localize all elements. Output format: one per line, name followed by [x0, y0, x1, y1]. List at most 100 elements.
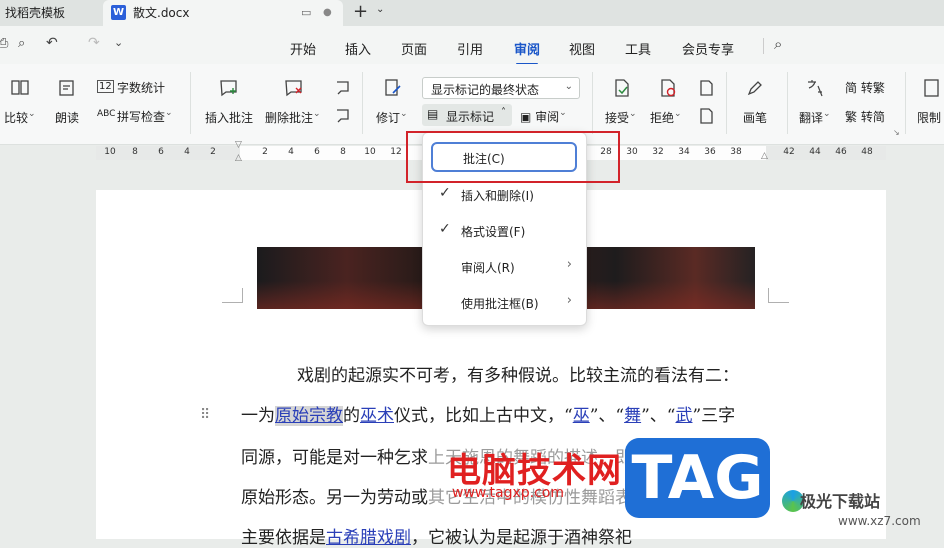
- dialog-launcher-icon[interactable]: ↘: [893, 128, 900, 137]
- ruler-tick: 2: [210, 147, 216, 157]
- track-changes-button[interactable]: 修订 ⌄: [376, 109, 408, 126]
- tab-bar: 找稻壳模板 W 散文.docx ▭ ● + ⌄: [0, 0, 944, 26]
- ruler-tick: 10: [364, 147, 376, 157]
- delete-comment-button[interactable]: 删除批注 ⌄: [265, 109, 321, 126]
- convert-to-traditional-button[interactable]: 简 转繁: [845, 79, 885, 96]
- menu-row: ⎙ ⌕ ↶ ↷ ⌄ 开始 插入 页面 引用 审阅 视图 工具 会员专享 ⌕: [0, 26, 944, 65]
- translate-button[interactable]: 翻译 ⌄: [799, 109, 831, 126]
- ribbon-separator: [905, 72, 906, 134]
- watermark-site-name: 极光下载站: [800, 492, 881, 511]
- tab-template[interactable]: 找稻壳模板: [0, 0, 105, 26]
- menu-item-label: 审阅人(R): [461, 261, 515, 275]
- text-link[interactable]: 巫术: [360, 406, 394, 426]
- translate-icon: [808, 80, 823, 97]
- menu-page[interactable]: 页面: [401, 39, 427, 58]
- spell-check-button[interactable]: 拼写检查 ⌄: [117, 108, 173, 125]
- menu-review[interactable]: 审阅: [514, 39, 540, 65]
- menu-membership[interactable]: 会员专享: [682, 39, 734, 58]
- ruler-tick: 30: [626, 147, 638, 157]
- text-link[interactable]: 古希腊戏剧: [326, 528, 411, 548]
- pen-icon: [747, 81, 762, 96]
- menu-start[interactable]: 开始: [290, 39, 316, 58]
- review-pane-button[interactable]: ▣ 审阅 ⌄: [520, 108, 567, 125]
- print-icon[interactable]: ⎙: [0, 36, 8, 51]
- text-link[interactable]: 武: [675, 406, 692, 426]
- text-link[interactable]: 舞: [624, 406, 641, 426]
- menu-tools[interactable]: 工具: [625, 39, 651, 58]
- read-aloud-button[interactable]: 朗读: [55, 109, 79, 126]
- ruler-tick: 4: [184, 147, 190, 157]
- tab-document[interactable]: W 散文.docx ▭ ●: [103, 0, 343, 26]
- redo-icon[interactable]: ↷: [88, 35, 100, 51]
- tab-list-chevron-icon[interactable]: ⌄: [376, 4, 384, 15]
- text-link[interactable]: 巫: [573, 406, 590, 426]
- paragraph-line: 戏剧的起源实不可考，有多种假说。比较主流的看法有二：: [297, 366, 739, 386]
- previous-comment-icon[interactable]: [333, 78, 353, 98]
- ruler-tick: 2: [262, 147, 268, 157]
- markup-status-value: 显示标记的最终状态: [431, 83, 540, 97]
- menu-item-label: 格式设置(F): [461, 225, 526, 239]
- ruler-tick: 10: [104, 147, 116, 157]
- checkmark-icon: ✓: [439, 185, 451, 201]
- search-icon[interactable]: ⌕: [774, 35, 782, 53]
- show-markup-button[interactable]: ▤ 显示标记 ˄: [422, 104, 512, 126]
- margin-corner-mark: [768, 288, 789, 303]
- monitor-icon[interactable]: ▭: [301, 0, 311, 26]
- ruler-tick: 46: [835, 147, 847, 157]
- track-changes-icon: [385, 79, 401, 96]
- undo-icon[interactable]: ↶: [46, 35, 58, 51]
- word-count-button[interactable]: 字数统计: [117, 79, 165, 96]
- insert-comment-button[interactable]: 插入批注: [205, 109, 253, 126]
- ribbon-separator: [787, 72, 788, 134]
- compare-button[interactable]: 比较 ⌄: [4, 109, 36, 126]
- new-tab-plus-icon[interactable]: +: [353, 1, 368, 22]
- ruler-tick: 8: [340, 147, 346, 157]
- print-preview-icon[interactable]: ⌕: [18, 36, 25, 51]
- ribbon-separator: [592, 72, 593, 134]
- watermark-url: www.tagxp.com: [452, 485, 564, 501]
- next-change-icon[interactable]: [696, 106, 716, 126]
- show-markup-label: 显示标记: [446, 110, 495, 124]
- tab-label: 找稻壳模板: [5, 6, 66, 20]
- drag-handle-icon[interactable]: ⠿: [200, 407, 210, 423]
- restrict-edit-icon: [924, 79, 939, 97]
- menu-view[interactable]: 视图: [569, 39, 595, 58]
- ruler-tick: 42: [783, 147, 795, 157]
- next-comment-icon[interactable]: [333, 106, 353, 126]
- show-markup-icon: ▤: [427, 107, 439, 121]
- menu-item-formatting[interactable]: ✓ 格式设置(F): [423, 215, 586, 245]
- restrict-edit-button[interactable]: 限制: [917, 109, 941, 126]
- ruler-tick: 4: [288, 147, 294, 157]
- highlight-annotation-box: [406, 131, 620, 183]
- menu-item-label: 插入和删除(I): [461, 189, 534, 203]
- ruler-tick: 48: [861, 147, 873, 157]
- word-count-icon: 12: [97, 80, 114, 93]
- right-indent-marker[interactable]: △: [761, 151, 768, 161]
- convert-to-simplified-button[interactable]: 繁 转简: [845, 108, 885, 125]
- delete-comment-icon: [285, 80, 302, 97]
- first-line-indent-marker[interactable]: ▽: [235, 140, 242, 150]
- menu-reference[interactable]: 引用: [457, 39, 483, 58]
- ruler-tick: 6: [158, 147, 164, 157]
- ruler-tick: 6: [314, 147, 320, 157]
- highlighted-text[interactable]: 原始宗教: [275, 406, 343, 426]
- menu-insert[interactable]: 插入: [345, 39, 371, 58]
- accept-button[interactable]: 接受 ⌄: [605, 109, 637, 126]
- markup-status-select[interactable]: 显示标记的最终状态 ⌄: [422, 77, 580, 99]
- watermark-site-url: www.xz7.com: [838, 514, 921, 528]
- menu-item-reviewers[interactable]: 审阅人(R) ›: [423, 251, 586, 281]
- chevron-up-icon: ˄: [501, 107, 506, 118]
- menu-item-balloons[interactable]: 使用批注框(B) ›: [423, 287, 586, 317]
- pen-button[interactable]: 画笔: [743, 109, 767, 126]
- previous-change-icon[interactable]: [696, 78, 716, 98]
- menu-divider: [763, 38, 764, 54]
- ruler-tick: 36: [704, 147, 716, 157]
- reject-button[interactable]: 拒绝 ⌄: [650, 109, 682, 126]
- menu-item-insert-delete[interactable]: ✓ 插入和删除(I): [423, 179, 586, 209]
- word-doc-icon: W: [111, 5, 126, 20]
- tab-label: 散文.docx: [133, 6, 190, 20]
- left-indent-marker[interactable]: △: [235, 153, 242, 163]
- compare-icon: [11, 80, 29, 95]
- ruler-tick: 34: [678, 147, 690, 157]
- quick-access-more-icon[interactable]: ⌄: [114, 36, 123, 49]
